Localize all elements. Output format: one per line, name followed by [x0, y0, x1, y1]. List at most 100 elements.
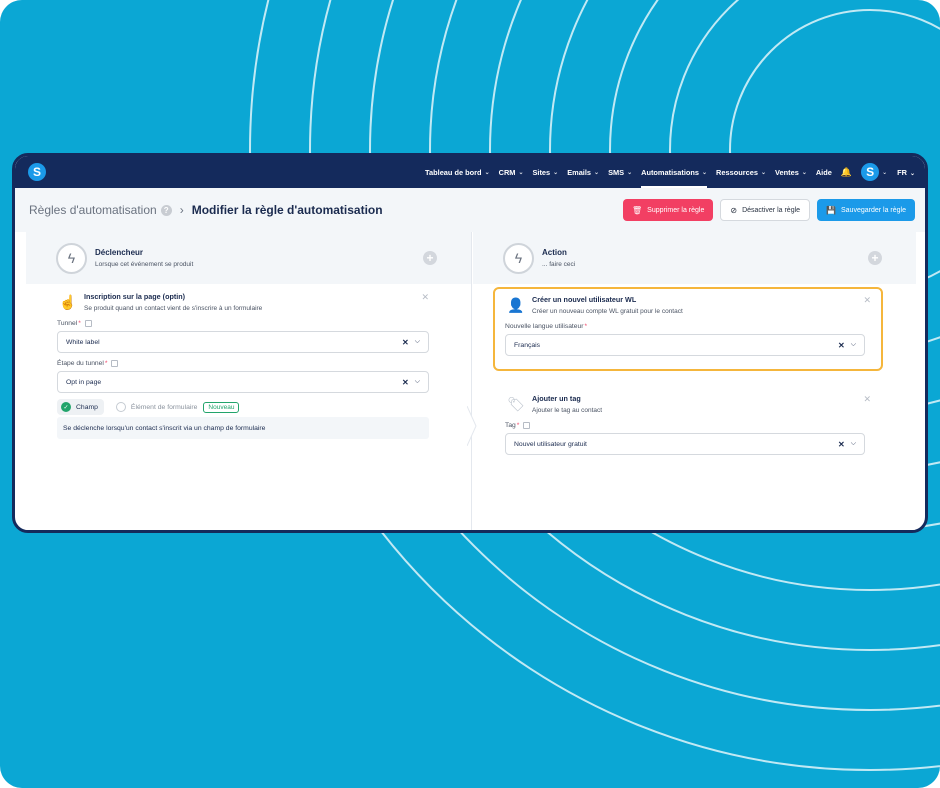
clear-icon[interactable]: ✕: [402, 378, 409, 387]
button-label: Désactiver la règle: [742, 206, 801, 214]
trigger-header: ϟ Déclencheur Lorsque cet événement se p…: [26, 232, 471, 284]
close-icon[interactable]: ✕: [863, 295, 871, 306]
breadcrumb[interactable]: Règles d'automatisation: [29, 203, 157, 217]
nav-menu: Tableau de bord ⌄ CRM ⌄ Sites ⌄ Emails ⌄ SMS…: [416, 156, 915, 188]
clear-icon[interactable]: ✕: [838, 440, 845, 449]
chevron-down-icon[interactable]: ⌵: [851, 341, 856, 349]
label-text: Tunnel: [57, 320, 78, 327]
required-marker: *: [104, 360, 108, 367]
help-icon[interactable]: ?: [160, 204, 172, 216]
add-tag-subtitle: Ajouter le tag au contact: [532, 407, 603, 414]
language-label: FR: [897, 167, 907, 177]
required-marker: *: [584, 323, 588, 330]
nav-label: CRM: [498, 167, 516, 177]
close-icon[interactable]: ✕: [863, 394, 871, 405]
action-header: ϟ Action ... faire ceci +: [473, 232, 916, 284]
language-selector[interactable]: FR ⌄: [897, 168, 915, 177]
create-user-title: Créer un nouvel utilisateur WL: [532, 295, 637, 304]
action-title: Action: [542, 248, 567, 257]
floppy-icon: 💾: [826, 205, 836, 215]
chevron-down-icon[interactable]: ⌵: [415, 338, 420, 346]
bell-icon[interactable]: 🔔: [841, 167, 852, 178]
clear-icon[interactable]: ✕: [838, 341, 845, 350]
nav-item-sites[interactable]: Sites ⌄: [532, 156, 558, 188]
chevron-down-icon[interactable]: ⌵: [415, 378, 420, 386]
page-title: Modifier la règle d'automatisation: [191, 203, 383, 217]
nav-item-crm[interactable]: CRM ⌄: [499, 156, 524, 188]
chevron-down-icon[interactable]: ⌄: [882, 169, 887, 176]
breadcrumb-separator-icon: ›: [179, 203, 184, 217]
source-radio-group: ✓ Champ Élément de formulaire Nouveau: [57, 399, 429, 415]
language-select[interactable]: Français ✕ ⌵: [505, 334, 865, 356]
select-value: Français: [514, 341, 541, 349]
nav-item-sms[interactable]: SMS ⌄: [608, 156, 632, 188]
chevron-down-icon: ⌄: [518, 169, 524, 176]
chevron-down-icon: ⌄: [702, 169, 708, 176]
nav-item-ressources[interactable]: Ressources ⌄: [716, 156, 766, 188]
nav-label: Tableau de bord: [425, 167, 482, 177]
page-header: Règles d'automatisation ? › Modifier la …: [15, 188, 925, 232]
clear-icon[interactable]: ✕: [402, 338, 409, 347]
add-tag-card: 🏷 Ajouter un tag Ajouter le tag au conta…: [505, 394, 871, 455]
trigger-title: Déclencheur: [95, 248, 144, 257]
app-logo[interactable]: S: [28, 163, 46, 181]
tag-select[interactable]: Nouvel utilisateur gratuit ✕ ⌵: [505, 433, 865, 455]
save-rule-button[interactable]: 💾 Sauvegarder la règle: [817, 199, 915, 221]
create-user-subtitle: Créer un nouveau compte WL gratuit pour …: [532, 308, 683, 315]
label-text: Nouvelle langue utilisateur: [505, 323, 584, 330]
app-window: S Tableau de bord ⌄ CRM ⌄ Sites ⌄ Emails ⌄ S…: [12, 153, 928, 533]
nav-item-tableau-de-bord[interactable]: Tableau de bord ⌄: [425, 156, 490, 188]
nav-label: Aide: [815, 167, 832, 177]
tunnel-label: Tunnel *: [57, 320, 429, 327]
disable-rule-button[interactable]: ⊘ Désactiver la règle: [720, 199, 811, 221]
radio-label: Champ: [76, 403, 98, 411]
required-marker: *: [516, 422, 520, 429]
trigger-note: Se déclenche lorsqu'un contact s'inscrit…: [57, 417, 429, 439]
trigger-column: ϟ Déclencheur Lorsque cet événement se p…: [26, 232, 472, 530]
close-icon[interactable]: ✕: [421, 292, 429, 303]
step-select[interactable]: Opt in page ✕ ⌵: [57, 371, 429, 393]
radio-champ[interactable]: ✓ Champ: [57, 399, 104, 415]
radio-circle-icon: [115, 402, 126, 412]
select-value: White label: [66, 338, 100, 346]
tag-icon: 🏷: [507, 395, 525, 412]
new-badge: Nouveau: [203, 401, 240, 413]
top-navbar: S Tableau de bord ⌄ CRM ⌄ Sites ⌄ Emails ⌄ S…: [15, 156, 925, 188]
avatar[interactable]: S: [861, 163, 880, 181]
nav-label: Automatisations: [641, 167, 700, 177]
header-actions: 🗑 Supprimer la règle ⊘ Désactiver la règle…: [623, 199, 915, 221]
nav-label: Sites: [532, 167, 551, 177]
action-column: ϟ Action ... faire ceci + 👤 Créer un nou…: [473, 232, 916, 530]
chevron-down-icon: ⌄: [909, 170, 915, 177]
button-label: Supprimer la règle: [647, 206, 705, 214]
chevron-down-icon: ⌄: [627, 169, 633, 176]
chevron-down-icon: ⌄: [594, 169, 600, 176]
trigger-card-subtitle: Se produit quand un contact vient de s'i…: [84, 305, 263, 312]
nav-label: Emails: [567, 167, 592, 177]
trigger-card: ☝ Inscription sur la page (optin) Se pro…: [57, 292, 429, 439]
nav-item-emails[interactable]: Emails ⌄: [567, 156, 599, 188]
radio-form-element[interactable]: Élément de formulaire: [115, 402, 197, 412]
external-link-icon[interactable]: [523, 422, 531, 429]
nav-item-automatisations[interactable]: Automatisations ⌄: [641, 156, 707, 188]
tag-label: Tag *: [505, 422, 871, 429]
trigger-subtitle: Lorsque cet événement se produit: [95, 261, 194, 268]
action-subtitle: ... faire ceci: [542, 261, 576, 268]
external-link-icon[interactable]: [84, 320, 92, 327]
nav-item-ventes[interactable]: Ventes ⌄: [775, 156, 807, 188]
nav-label: Ventes: [774, 167, 799, 177]
chevron-down-icon[interactable]: ⌵: [851, 440, 856, 448]
label-text: Étape du tunnel: [57, 360, 104, 367]
check-icon: ✓: [61, 402, 71, 412]
nav-item-aide[interactable]: Aide: [816, 156, 832, 188]
nav-label: Ressources: [716, 167, 758, 177]
add-action-button[interactable]: +: [868, 251, 882, 265]
tunnel-select[interactable]: White label ✕ ⌵: [57, 331, 429, 353]
external-link-icon[interactable]: [111, 360, 119, 367]
trash-icon: 🗑: [632, 205, 643, 215]
add-trigger-button[interactable]: +: [423, 251, 437, 265]
language-label: Nouvelle langue utilisateur *: [505, 323, 871, 330]
delete-rule-button[interactable]: 🗑 Supprimer la règle: [623, 199, 714, 221]
select-value: Nouvel utilisateur gratuit: [514, 440, 587, 448]
button-label: Sauvegarder la règle: [841, 206, 906, 214]
